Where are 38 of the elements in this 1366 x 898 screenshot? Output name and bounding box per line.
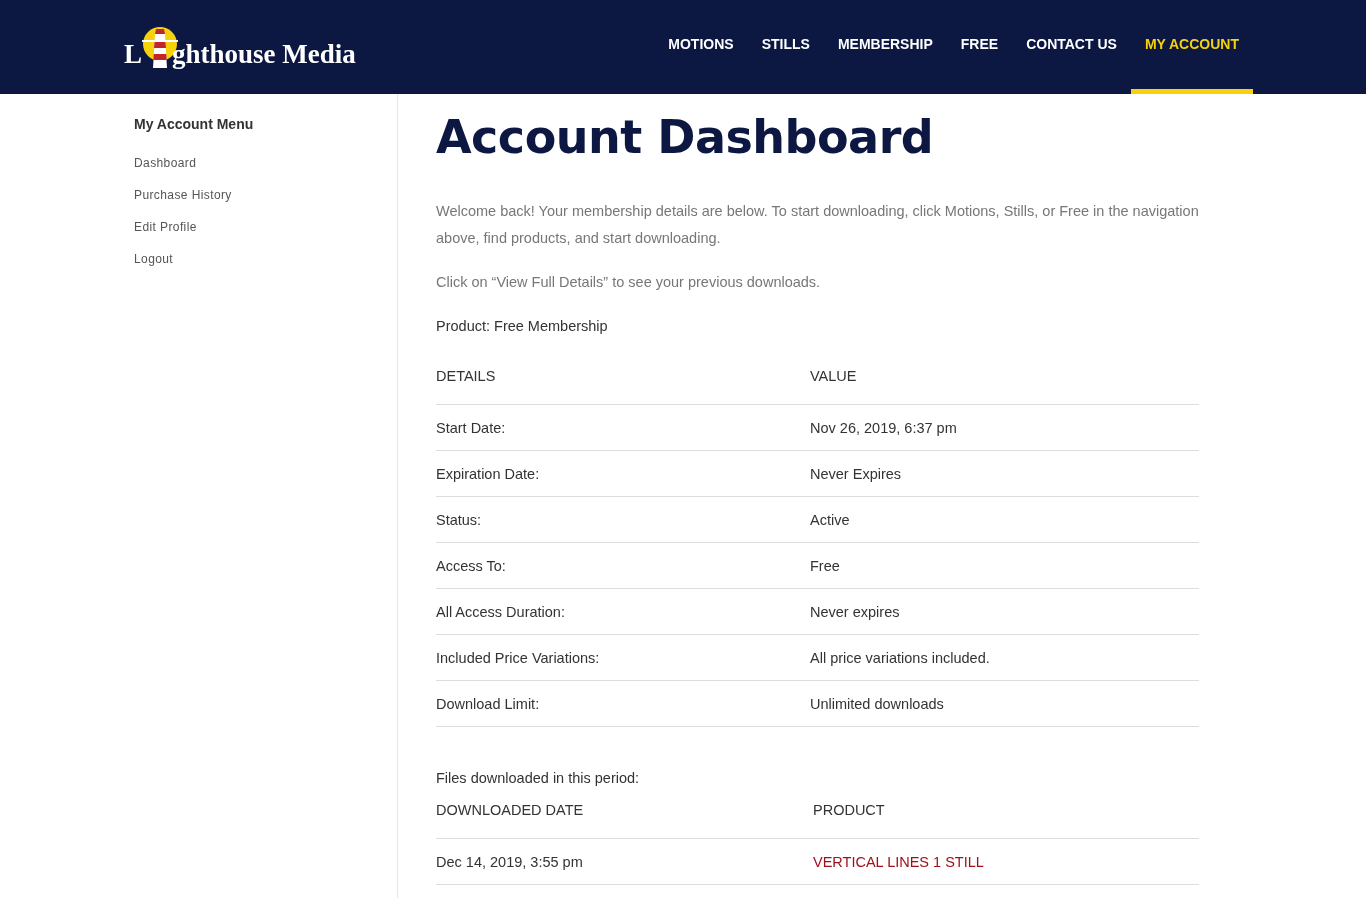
product-link[interactable]: VERTICAL LINES 1 STILL — [813, 853, 984, 870]
sidebar-link[interactable]: Purchase History — [134, 188, 397, 202]
sidebar-link[interactable]: Logout — [134, 252, 397, 266]
table-cell: Start Date: — [436, 404, 810, 451]
column-header: PRODUCT — [813, 802, 1199, 839]
table-cell: Never Expires — [810, 450, 1199, 497]
table-cell: Included Price Variations: — [436, 634, 810, 681]
table-cell: Download Limit: — [436, 680, 810, 727]
table-cell: All Access Duration: — [436, 588, 810, 635]
logo-text[interactable]: ghthouse Media — [172, 41, 356, 68]
table-cell: Active — [810, 496, 1199, 543]
table-cell: Expiration Date: — [436, 450, 810, 497]
sidebar-title: My Account Menu — [134, 116, 255, 132]
nav-link[interactable]: CONTACT US — [1012, 0, 1131, 94]
table-cell: Dec 14, 2019, 3:55 pm — [436, 838, 813, 885]
table-cell: Status: — [436, 496, 810, 543]
table-cell: Access To: — [436, 542, 810, 589]
intro-text: Click on “View Full Details” to see your previous downloads. — [436, 273, 822, 292]
column-header: DETAILS — [436, 368, 810, 405]
sidebar-link[interactable]: Dashboard — [134, 156, 397, 170]
nav-link[interactable]: MY ACCOUNT — [1130, 0, 1253, 94]
nav-link[interactable]: STILLS — [747, 0, 824, 94]
nav-link[interactable]: MOTIONS — [654, 0, 748, 94]
intro-text: Welcome back! Your membership details are below. To start downloading, click Motions, Stills, or Free in the navigation above, find products, and start downloading. — [436, 202, 1199, 248]
table-cell: Unlimited downloads — [810, 680, 1199, 727]
column-header: VALUE — [810, 368, 1199, 405]
sidebar-link[interactable]: Edit Profile — [134, 220, 397, 234]
logo-text[interactable]: L — [124, 41, 142, 68]
page-title: Account Dashboard — [436, 110, 935, 164]
downloads-label: Files downloaded in this period: — [436, 769, 641, 788]
table-cell: Free — [810, 542, 1199, 589]
table-cell: Never expires — [810, 588, 1199, 635]
table-cell: Nov 26, 2019, 6:37 pm — [810, 404, 1199, 451]
table-cell: All price variations included. — [810, 634, 1199, 681]
nav-link[interactable]: MEMBERSHIP — [823, 0, 947, 94]
product-label: Product: Free Membership — [436, 317, 609, 336]
column-header: DOWNLOADED DATE — [436, 802, 813, 839]
nav-link[interactable]: FREE — [946, 0, 1013, 94]
